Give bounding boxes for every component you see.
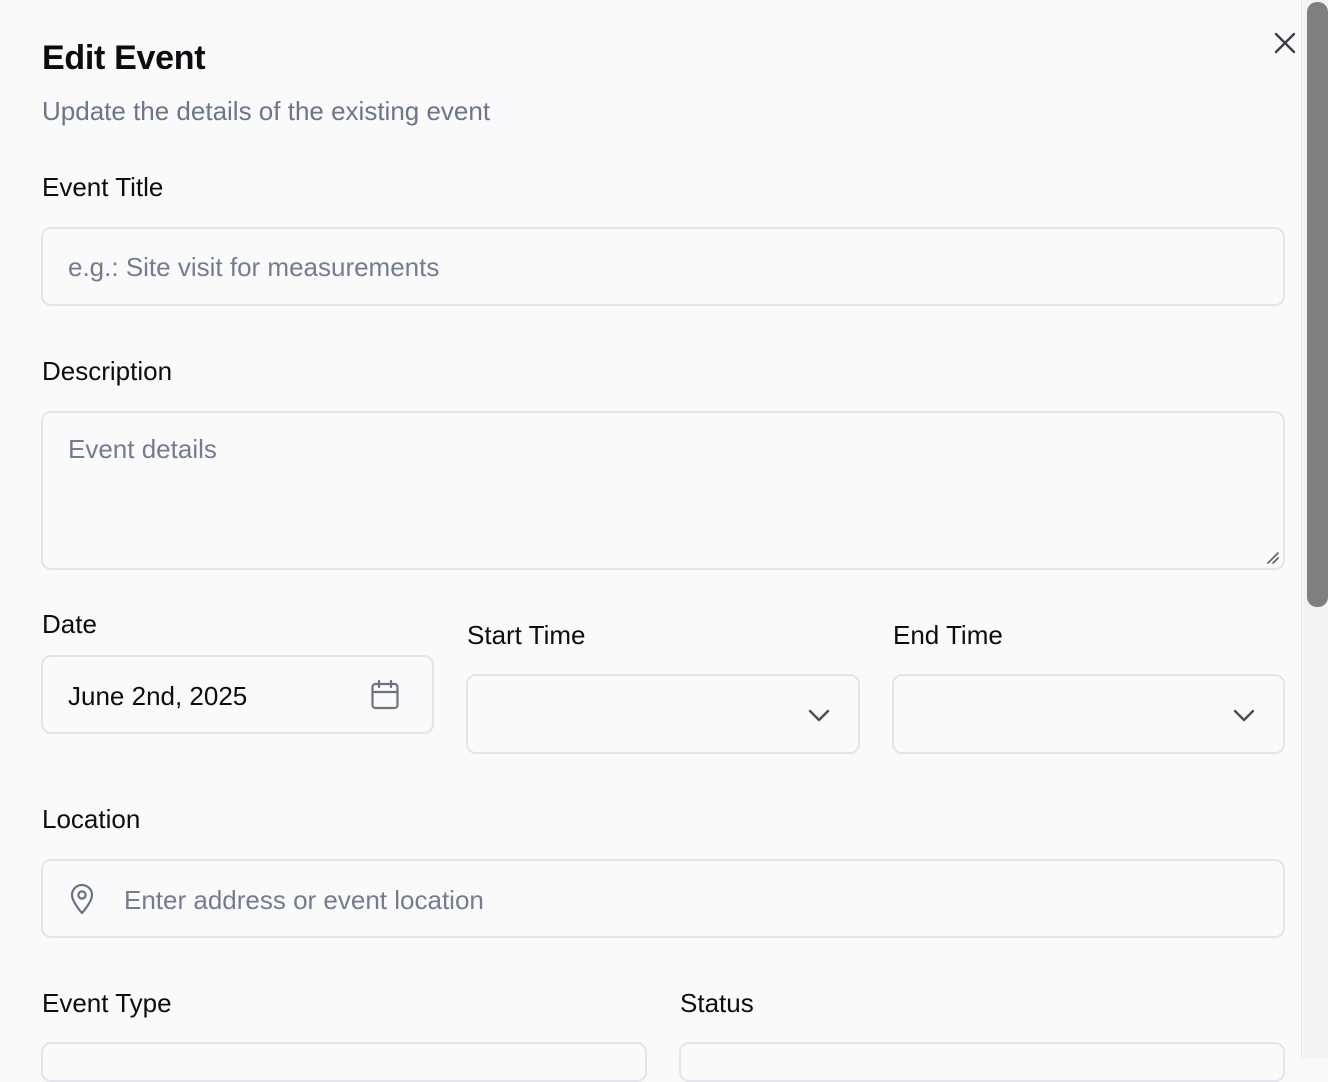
- location-placeholder: Enter address or event location: [124, 885, 484, 915]
- start-time-label: Start Time: [467, 620, 586, 650]
- close-button[interactable]: [1270, 28, 1300, 58]
- calendar-icon: [369, 679, 401, 711]
- close-icon: [1274, 32, 1296, 54]
- end-time-select[interactable]: [892, 674, 1285, 754]
- resize-handle-icon[interactable]: [1264, 549, 1280, 565]
- location-input[interactable]: Enter address or event location: [41, 859, 1285, 938]
- date-picker[interactable]: June 2nd, 2025: [41, 655, 434, 734]
- status-label: Status: [680, 988, 754, 1018]
- description-placeholder: Event details: [68, 434, 217, 464]
- event-type-select[interactable]: [41, 1042, 647, 1082]
- edit-event-dialog: Edit Event Update the details of the exi…: [0, 0, 1302, 1082]
- description-textarea[interactable]: Event details: [41, 411, 1285, 570]
- status-select[interactable]: [679, 1042, 1285, 1082]
- dialog-title: Edit Event: [42, 39, 206, 77]
- chevron-down-icon: [807, 704, 831, 728]
- event-type-label: Event Type: [42, 988, 172, 1018]
- event-title-placeholder: e.g.: Site visit for measurements: [68, 252, 440, 282]
- dialog-subtitle: Update the details of the existing event: [42, 96, 491, 126]
- date-value: June 2nd, 2025: [68, 681, 248, 711]
- scrollbar-thumb[interactable]: [1307, 2, 1328, 607]
- end-time-label: End Time: [893, 620, 1003, 650]
- event-title-label: Event Title: [42, 172, 164, 202]
- description-label: Description: [42, 356, 173, 386]
- map-pin-icon: [67, 883, 97, 915]
- date-label: Date: [42, 609, 97, 639]
- chevron-down-icon: [1232, 704, 1256, 728]
- location-label: Location: [42, 804, 141, 834]
- start-time-select[interactable]: [466, 674, 860, 754]
- event-title-input[interactable]: e.g.: Site visit for measurements: [41, 227, 1285, 306]
